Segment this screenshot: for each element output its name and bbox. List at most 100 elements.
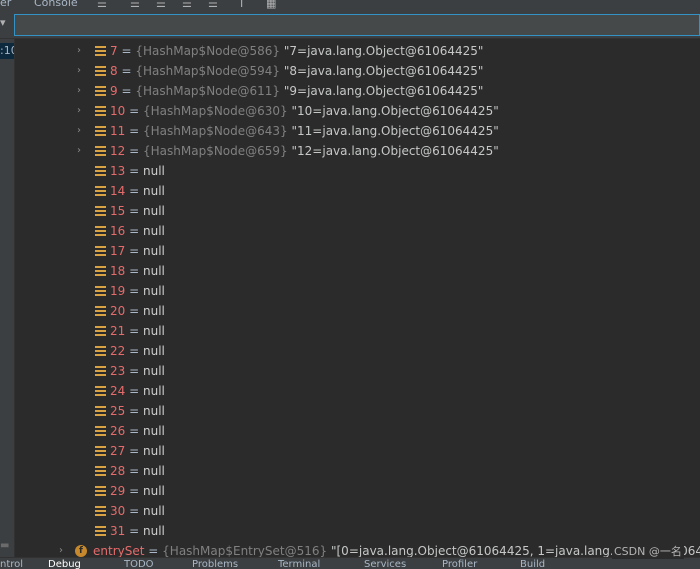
variable-name: 28	[110, 464, 126, 478]
tree-row[interactable]: 25 = null	[14, 401, 700, 421]
step-into-icon[interactable]: ☰	[156, 0, 166, 10]
variable-name: 16	[110, 224, 126, 238]
run-to-cursor-icon[interactable]: Ⅰ	[240, 0, 243, 10]
tree-row[interactable]: 15 = null	[14, 201, 700, 221]
evaluate-icon[interactable]: ▦	[266, 0, 276, 10]
equals-sign: =	[129, 144, 140, 158]
variable-name: 26	[110, 424, 126, 438]
variable-type: {HashMap$EntrySet@516}	[162, 544, 328, 557]
tree-row[interactable]: 27 = null	[14, 441, 700, 461]
variable-name: 21	[110, 324, 126, 338]
variable-name: entrySet	[93, 544, 145, 557]
evaluate-expression-bar: ▾	[0, 12, 700, 39]
tree-row[interactable]: 22 = null	[14, 341, 700, 361]
equals-sign: =	[129, 104, 140, 118]
tab-console[interactable]: Console	[34, 0, 78, 9]
expand-arrow-icon[interactable]: ›	[56, 541, 66, 557]
tree-row[interactable]: › 9 = {HashMap$Node@611} "9=java.lang.Obj…	[14, 81, 700, 101]
field-icon	[95, 226, 106, 236]
variable-value: null	[143, 244, 165, 258]
equals-sign: =	[129, 264, 140, 278]
tree-row[interactable]: › 12 = {HashMap$Node@659} "12=java.lang.O…	[14, 141, 700, 161]
tree-row[interactable]: 19 = null	[14, 281, 700, 301]
expand-arrow-icon[interactable]: ›	[74, 141, 84, 161]
field-icon	[95, 306, 106, 316]
variable-value: "12=java.lang.Object@61064425"	[291, 144, 499, 158]
variable-name: 8	[110, 64, 118, 78]
variable-name: 17	[110, 244, 126, 258]
tree-row[interactable]: 29 = null	[14, 481, 700, 501]
equals-sign: =	[129, 304, 140, 318]
tree-row[interactable]: 13 = null	[14, 161, 700, 181]
tree-row[interactable]: › 11 = {HashMap$Node@643} "11=java.lang.O…	[14, 121, 700, 141]
variable-value: null	[143, 284, 165, 298]
expand-arrow-icon[interactable]: ›	[74, 41, 84, 61]
tree-row[interactable]: 31 = null	[14, 521, 700, 541]
tree-row[interactable]: › 8 = {HashMap$Node@594} "8=java.lang.Obj…	[14, 61, 700, 81]
variable-name: 24	[110, 384, 126, 398]
field-info-icon: f	[75, 545, 87, 557]
variable-type: {HashMap$Node@630}	[143, 104, 288, 118]
expand-arrow-icon[interactable]: ›	[74, 121, 84, 141]
field-icon	[95, 506, 106, 516]
variable-name: 14	[110, 184, 126, 198]
field-icon	[95, 426, 106, 436]
field-icon	[95, 386, 106, 396]
equals-sign: =	[129, 464, 140, 478]
field-icon	[95, 486, 106, 496]
field-icon	[95, 526, 106, 536]
variable-value: null	[143, 444, 165, 458]
equals-sign: =	[129, 404, 140, 418]
tree-row[interactable]: › 7 = {HashMap$Node@586} "7=java.lang.Obj…	[14, 41, 700, 61]
tree-row[interactable]: 28 = null	[14, 461, 700, 481]
variable-type: {HashMap$Node@586}	[135, 44, 281, 58]
tree-row[interactable]: 20 = null	[14, 301, 700, 321]
field-icon	[95, 466, 106, 476]
step-out-icon[interactable]: ☰	[208, 0, 218, 10]
tree-row[interactable]: › 10 = {HashMap$Node@630} "10=java.lang.O…	[14, 101, 700, 121]
tree-row[interactable]: 24 = null	[14, 381, 700, 401]
variable-value: null	[143, 304, 165, 318]
variable-name: 18	[110, 264, 126, 278]
tree-row[interactable]: 21 = null	[14, 321, 700, 341]
variable-value: null	[143, 384, 165, 398]
tree-row[interactable]: 17 = null	[14, 241, 700, 261]
variable-value: null	[143, 484, 165, 498]
tree-row[interactable]: 26 = null	[14, 421, 700, 441]
equals-sign: =	[129, 244, 140, 258]
variable-name: 7	[110, 44, 118, 58]
force-step-into-icon[interactable]: ☰	[182, 0, 192, 10]
restore-layout-icon[interactable]: ☰	[97, 0, 107, 10]
step-over-icon[interactable]: ☰	[130, 0, 140, 10]
variable-value: null	[143, 424, 165, 438]
tab-debugger[interactable]: er	[0, 0, 11, 9]
tree-row[interactable]: 16 = null	[14, 221, 700, 241]
tree-row-entryset[interactable]: › f entrySet = {HashMap$EntrySet@516} "[0=…	[14, 541, 700, 557]
equals-sign: =	[148, 544, 159, 557]
chevron-down-icon[interactable]: ▾	[0, 16, 6, 29]
selected-frame[interactable]: :10	[0, 43, 14, 59]
variable-name: 19	[110, 284, 126, 298]
variables-tree: › 7 = {HashMap$Node@586} "7=java.lang.Obj…	[14, 39, 700, 557]
tree-row[interactable]: 18 = null	[14, 261, 700, 281]
variable-name: 30	[110, 504, 126, 518]
equals-sign: =	[121, 44, 132, 58]
expand-arrow-icon[interactable]: ›	[74, 61, 84, 81]
variable-name: 12	[110, 144, 126, 158]
evaluate-expression-input[interactable]	[14, 14, 700, 36]
variable-name: 27	[110, 444, 126, 458]
equals-sign: =	[129, 484, 140, 498]
field-icon	[95, 66, 106, 76]
tree-row[interactable]: 23 = null	[14, 361, 700, 381]
expand-arrow-icon[interactable]: ›	[74, 81, 84, 101]
field-icon	[95, 86, 106, 96]
tree-row[interactable]: 14 = null	[14, 181, 700, 201]
expand-arrow-icon[interactable]: ›	[74, 101, 84, 121]
tree-row[interactable]: 30 = null	[14, 501, 700, 521]
field-icon	[95, 246, 106, 256]
equals-sign: =	[129, 424, 140, 438]
variable-name: 29	[110, 484, 126, 498]
variable-name: 10	[110, 104, 126, 118]
equals-sign: =	[129, 444, 140, 458]
equals-sign: =	[129, 344, 140, 358]
